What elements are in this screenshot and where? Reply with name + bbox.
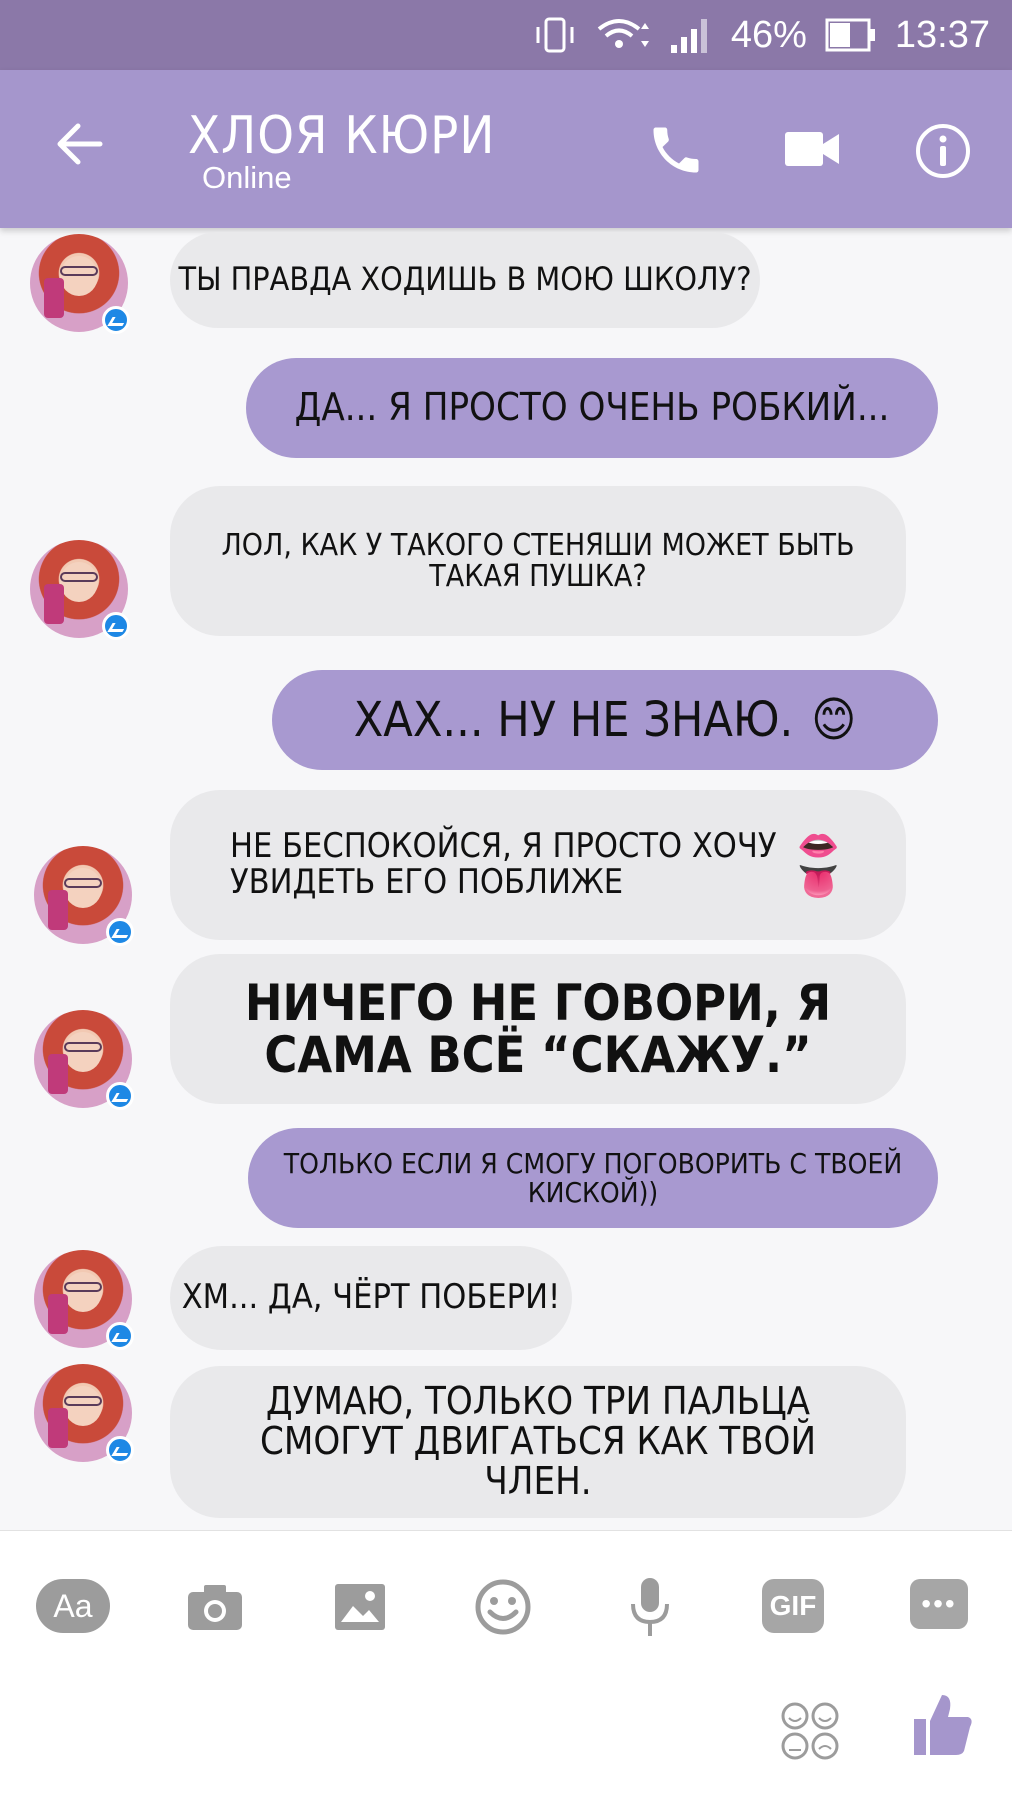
composer-bar: Aa GIF ••• xyxy=(0,1530,1012,1801)
contact-avatar[interactable] xyxy=(34,1250,134,1350)
battery-icon xyxy=(825,17,877,53)
contact-avatar[interactable] xyxy=(30,540,130,640)
phone-icon[interactable] xyxy=(646,120,706,180)
message-text: ХМ... ДА, ЧЁРТ ПОБЕРИ! xyxy=(181,1277,561,1318)
message-text: НЕ БЕСПОКОЙСЯ, Я ПРОСТО ХОЧУ УВИДЕТЬ ЕГО… xyxy=(230,826,777,902)
outgoing-message[interactable]: ХАХ... НУ НЕ ЗНАЮ. 😊 xyxy=(272,670,938,770)
message-text: НИЧЕГО НЕ ГОВОРИ, Я САМА ВСЁ “СКАЖУ.” xyxy=(244,973,832,1084)
video-camera-icon[interactable] xyxy=(783,128,841,170)
incoming-message[interactable]: ЛОЛ, КАК У ТАКОГО СТЕНЯШИ МОЖЕТ БЫТЬ ТАК… xyxy=(170,486,906,636)
status-bar: 46% 13:37 xyxy=(0,0,1012,70)
text-format-button[interactable]: Aa xyxy=(36,1579,110,1633)
presence-status: Online xyxy=(202,160,292,195)
vibrate-icon xyxy=(533,15,577,55)
message-text: ЛОЛ, КАК У ТАКОГО СТЕНЯШИ МОЖЕТ БЫТЬ ТАК… xyxy=(221,527,855,594)
messenger-badge-icon xyxy=(106,918,134,946)
incoming-message[interactable]: ХМ... ДА, ЧЁРТ ПОБЕРИ! xyxy=(170,1246,572,1350)
contact-avatar[interactable] xyxy=(34,1364,134,1464)
contact-avatar[interactable] xyxy=(30,234,130,334)
messenger-badge-icon xyxy=(102,306,130,334)
camera-icon[interactable] xyxy=(184,1579,246,1635)
incoming-message[interactable]: ДУМАЮ, ТОЛЬКО ТРИ ПАЛЬЦА СМОГУТ ДВИГАТЬС… xyxy=(170,1366,906,1518)
outgoing-message[interactable]: ДА... Я ПРОСТО ОЧЕНЬ РОБКИЙ... xyxy=(246,358,938,458)
info-icon[interactable] xyxy=(914,122,972,180)
message-list[interactable]: ТЫ ПРАВДА ХОДИШЬ В МОЮ ШКОЛУ? ДА... Я ПР… xyxy=(0,228,1012,1530)
emoji-smiley-icon[interactable] xyxy=(474,1579,532,1635)
message-text: ДА... Я ПРОСТО ОЧЕНЬ РОБКИЙ... xyxy=(294,385,890,430)
messenger-badge-icon xyxy=(106,1436,134,1464)
messenger-badge-icon xyxy=(106,1322,134,1350)
incoming-message[interactable]: НЕ БЕСПОКОЙСЯ, Я ПРОСТО ХОЧУ УВИДЕТЬ ЕГО… xyxy=(170,790,906,940)
gif-button[interactable]: GIF xyxy=(762,1579,824,1633)
contact-name[interactable]: ХЛОЯ КЮРИ xyxy=(188,106,495,166)
battery-percent: 46% xyxy=(730,13,807,56)
wifi-icon xyxy=(595,15,651,55)
signal-icon xyxy=(669,15,713,55)
gallery-image-icon[interactable] xyxy=(332,1579,388,1635)
incoming-message[interactable]: ТЫ ПРАВДА ХОДИШЬ В МОЮ ШКОЛУ? xyxy=(170,232,760,328)
messenger-badge-icon xyxy=(106,1082,134,1110)
more-options-button[interactable]: ••• xyxy=(910,1579,968,1629)
contact-avatar[interactable] xyxy=(34,1010,134,1110)
chat-header: ХЛОЯ КЮРИ Online xyxy=(0,70,1012,228)
microphone-icon[interactable] xyxy=(628,1578,672,1636)
incoming-message[interactable]: НИЧЕГО НЕ ГОВОРИ, Я САМА ВСЁ “СКАЖУ.” xyxy=(170,954,906,1104)
stickers-emoji-icon[interactable] xyxy=(780,1701,840,1761)
messenger-badge-icon xyxy=(102,612,130,640)
clock: 13:37 xyxy=(894,13,990,56)
contact-avatar[interactable] xyxy=(34,846,134,946)
message-text: ДУМАЮ, ТОЛЬКО ТРИ ПАЛЬЦА СМОГУТ ДВИГАТЬС… xyxy=(259,1379,817,1503)
message-text: ТЫ ПРАВДА ХОДИШЬ В МОЮ ШКОЛУ? xyxy=(178,260,752,299)
message-text: ХАХ... НУ НЕ ЗНАЮ. xyxy=(353,691,794,748)
thumbs-up-icon[interactable] xyxy=(912,1691,974,1759)
lips-tongue-emoji-icon: 👄👅 xyxy=(797,826,840,902)
smile-emoji-icon: 😊 xyxy=(811,691,857,748)
back-arrow-icon[interactable] xyxy=(52,116,108,172)
outgoing-message[interactable]: ТОЛЬКО ЕСЛИ Я СМОГУ ПОГОВОРИТЬ С ТВОЕЙ К… xyxy=(248,1128,938,1228)
message-text: ТОЛЬКО ЕСЛИ Я СМОГУ ПОГОВОРИТЬ С ТВОЕЙ К… xyxy=(283,1146,903,1209)
